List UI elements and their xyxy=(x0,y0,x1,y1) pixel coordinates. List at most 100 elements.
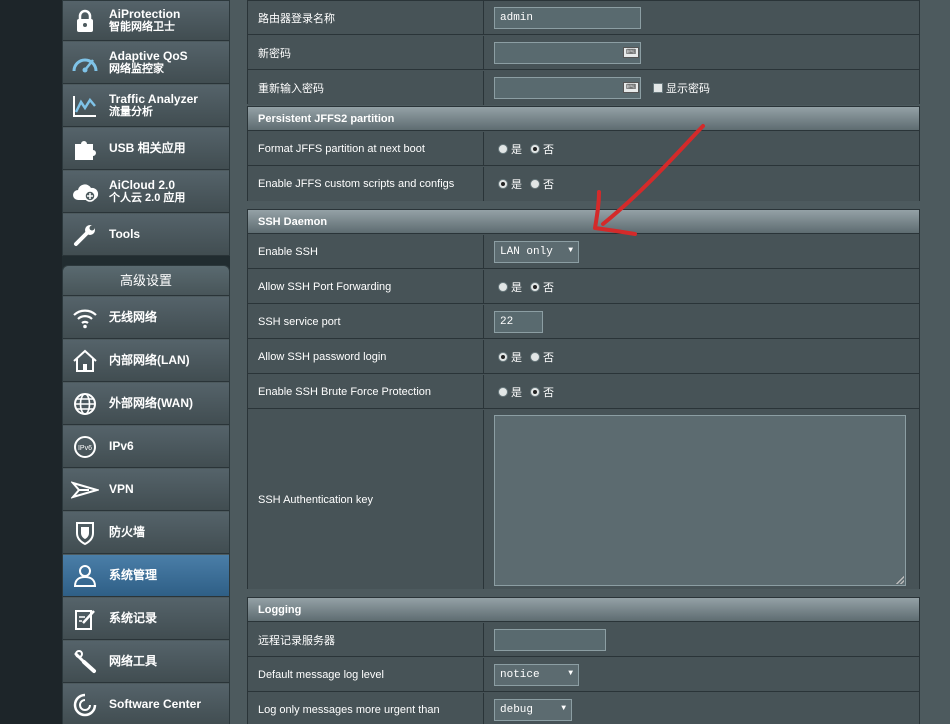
menu-label: 无线网络 xyxy=(109,310,158,324)
jffs-format-yes-radio[interactable] xyxy=(498,143,508,154)
enable-ssh-row: Enable SSH LAN only ▼ xyxy=(248,235,919,269)
jffs-section-header: Persistent JFFS2 partition xyxy=(248,107,919,131)
menu-item-network-tools[interactable]: 网络工具 xyxy=(63,641,229,683)
ipv6-icon: IPv6 xyxy=(71,433,99,461)
enable-ssh-select[interactable]: LAN only ▼ xyxy=(494,240,579,263)
menu-item-software-center[interactable]: Software Center xyxy=(63,684,229,724)
show-password-checkbox[interactable] xyxy=(653,83,663,93)
menu-item-aiprotection[interactable]: AiProtection 智能网络卫士 xyxy=(63,1,229,41)
ssh-forwarding-yes-radio[interactable] xyxy=(498,281,508,292)
menu-item-wireless[interactable]: 无线网络 xyxy=(63,297,229,339)
default-log-level-select[interactable]: notice ▼ xyxy=(494,663,579,686)
default-log-level-row: Default message log level notice ▼ xyxy=(248,658,919,692)
ssh-port-row: SSH service port xyxy=(248,305,919,339)
ssh-auth-key-label: SSH Authentication key xyxy=(248,410,484,589)
default-log-level-cell: notice ▼ xyxy=(494,658,579,691)
urgent-log-level-label: Log only messages more urgent than xyxy=(248,693,484,724)
speedometer-icon xyxy=(71,49,99,77)
ssh-auth-key-row: SSH Authentication key xyxy=(248,410,919,589)
menu-label: 网络工具 xyxy=(109,654,158,668)
radio-yes-label: 是 xyxy=(511,179,522,191)
side-gutter xyxy=(0,0,62,724)
radio-no-label: 否 xyxy=(543,143,554,156)
radio-no-label: 否 xyxy=(543,351,554,364)
username-cell xyxy=(494,1,641,34)
jffs-scripts-no-radio[interactable] xyxy=(530,179,540,189)
ssh-password-login-label: Allow SSH password login xyxy=(248,340,484,373)
retype-password-row: 重新输入密码 ⌨ 显示密码 xyxy=(248,71,919,105)
menu-label: Software Center xyxy=(109,697,202,711)
remote-log-server-label: 远程记录服务器 xyxy=(248,623,484,656)
urgent-log-level-cell: debug ▼ xyxy=(494,693,572,724)
keyboard-icon[interactable]: ⌨ xyxy=(623,82,639,93)
ssh-port-input[interactable] xyxy=(494,310,543,333)
menu-item-lan[interactable]: 内部网络(LAN) xyxy=(63,340,229,382)
menu-label: 防火墙 xyxy=(109,525,146,539)
new-password-input[interactable] xyxy=(494,41,641,64)
retype-password-input[interactable] xyxy=(494,77,641,99)
menu-item-aicloud[interactable]: AiCloud 2.0 个人云 2.0 应用 xyxy=(63,171,229,213)
ssh-brute-force-no-radio[interactable] xyxy=(530,386,540,397)
menu-label: 系统记录 xyxy=(109,611,158,625)
keyboard-icon[interactable]: ⌨ xyxy=(623,47,639,58)
remote-log-server-input[interactable] xyxy=(494,628,606,651)
ssh-password-login-row: Allow SSH password login 是 否 xyxy=(248,340,919,374)
ssh-forwarding-cell: 是 否 xyxy=(498,270,562,303)
chart-icon xyxy=(71,92,99,120)
menu-item-wan[interactable]: 外部网络(WAN) xyxy=(63,383,229,425)
dropdown-arrow-icon: ▼ xyxy=(568,668,573,678)
ssh-brute-force-row: Enable SSH Brute Force Protection 是 否 xyxy=(248,375,919,409)
puzzle-icon xyxy=(71,135,99,163)
menu-item-usb[interactable]: USB 相关应用 xyxy=(63,128,229,170)
urgent-log-level-value: debug xyxy=(500,703,534,716)
menu-label: VPN xyxy=(109,482,134,496)
menu-item-firewall[interactable]: 防火墙 xyxy=(63,512,229,554)
urgent-log-level-select[interactable]: debug ▼ xyxy=(494,698,572,721)
username-input[interactable] xyxy=(494,6,641,29)
menu-label: Adaptive QoS 网络监控家 xyxy=(109,48,188,75)
jffs-format-no-radio[interactable] xyxy=(530,143,540,154)
ssh-password-login-no-radio[interactable] xyxy=(530,351,540,362)
new-password-cell: ⌨ xyxy=(494,36,641,69)
wifi-icon xyxy=(71,304,99,332)
ssh-forwarding-no-radio[interactable] xyxy=(530,281,540,292)
jffs-scripts-cell: 是 否 xyxy=(498,167,562,201)
jffs-scripts-row: Enable JFFS custom scripts and configs 是… xyxy=(248,167,919,201)
remote-log-server-row: 远程记录服务器 xyxy=(248,623,919,657)
menu-item-tools[interactable]: Tools xyxy=(63,214,229,256)
globe-icon xyxy=(71,390,99,418)
show-password-label: 显示密码 xyxy=(666,83,710,95)
menu-label: AiProtection 智能网络卫士 xyxy=(109,6,181,33)
menu-item-vpn[interactable]: VPN xyxy=(63,469,229,511)
menu-label: 外部网络(WAN) xyxy=(109,396,193,410)
menu-label: AiCloud 2.0 个人云 2.0 应用 xyxy=(109,177,186,204)
enable-ssh-cell: LAN only ▼ xyxy=(494,235,579,268)
menu-item-ipv6[interactable]: IPv6 IPv6 xyxy=(63,426,229,468)
jffs-scripts-yes-radio[interactable] xyxy=(498,179,508,189)
network-tools-icon xyxy=(71,648,99,676)
menu-item-system-log[interactable]: 系统记录 xyxy=(63,598,229,640)
jffs-format-label: Format JFFS partition at next boot xyxy=(248,132,484,165)
home-icon xyxy=(71,347,99,375)
new-password-row: 新密码 ⌨ xyxy=(248,36,919,70)
enable-ssh-label: Enable SSH xyxy=(248,235,484,268)
urgent-log-level-row: Log only messages more urgent than debug… xyxy=(248,693,919,724)
ssh-password-login-cell: 是 否 xyxy=(498,340,562,373)
remote-log-server-cell xyxy=(494,623,606,656)
menu-item-traffic-analyzer[interactable]: Traffic Analyzer 流量分析 xyxy=(63,85,229,127)
shield-icon xyxy=(71,519,99,547)
svg-text:IPv6: IPv6 xyxy=(78,445,92,452)
resize-grip-icon[interactable] xyxy=(896,576,904,584)
menu-item-adaptive-qos[interactable]: Adaptive QoS 网络监控家 xyxy=(63,42,229,84)
jffs-table: Persistent JFFS2 partition Format JFFS p… xyxy=(247,106,920,201)
menu-item-administration[interactable]: 系统管理 xyxy=(63,555,229,597)
ssh-brute-force-yes-radio[interactable] xyxy=(498,386,508,397)
software-center-icon xyxy=(71,691,99,719)
main-content: 路由器登录名称 新密码 ⌨ 重新输入密码 ⌨ 显示密码 xyxy=(230,0,950,724)
lock-icon xyxy=(71,7,99,35)
ssh-password-login-yes-radio[interactable] xyxy=(498,351,508,362)
ssh-brute-force-cell: 是 否 xyxy=(498,375,562,408)
ssh-auth-key-textarea[interactable] xyxy=(494,415,906,586)
ssh-forwarding-label: Allow SSH Port Forwarding xyxy=(248,270,484,303)
enable-ssh-value: LAN only xyxy=(500,245,553,258)
